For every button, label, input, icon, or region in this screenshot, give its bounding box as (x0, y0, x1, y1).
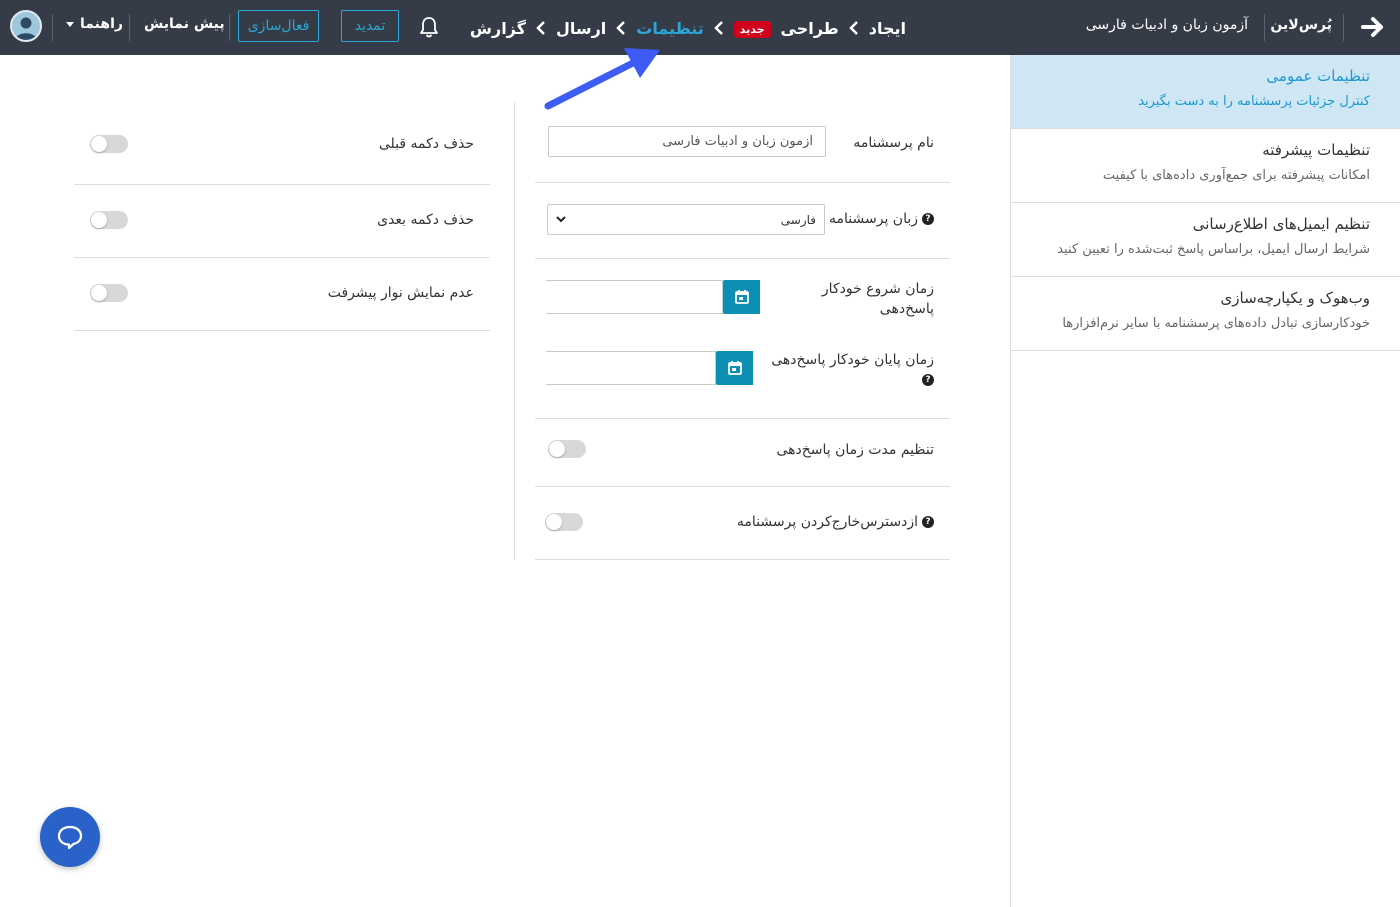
brand-link[interactable]: پُرس‌لاین (1270, 17, 1332, 33)
hide-progress-label: عدم نمایش نوار پیشرفت (327, 285, 474, 301)
survey-language-row: ?زبان پرسشنامه فارسی (535, 183, 950, 259)
hide-progress-toggle[interactable] (90, 284, 128, 302)
avatar[interactable] (10, 10, 42, 42)
response-duration-row: تنظیم مدت زمان پاسخ‌دهی (535, 419, 950, 487)
chevron-left-icon (839, 20, 869, 36)
chevron-down-icon (556, 216, 566, 223)
survey-name-input[interactable] (548, 126, 826, 157)
question-circle-icon[interactable]: ? (922, 213, 934, 225)
settings-sidebar: تنظیمات عمومی کنترل جزئیات پرسشنامه را ب… (1010, 55, 1400, 907)
bell-icon[interactable] (418, 15, 440, 39)
new-badge: جدید (733, 20, 771, 38)
divider (229, 14, 230, 41)
survey-language-label: ?زبان پرسشنامه (829, 209, 934, 229)
renew-button[interactable]: تمدید (341, 10, 399, 42)
auto-start-label: زمان شروع خودکار پاسخ‌دهی (821, 281, 934, 317)
sidebar-item-email-notifications[interactable]: تنظیم ایمیل‌های اطلاع‌رسانی شرایط ارسال … (1011, 203, 1400, 277)
question-circle-icon[interactable]: ? (922, 374, 934, 386)
auto-start-datepicker (546, 280, 760, 314)
step-send[interactable]: ارسال (556, 19, 606, 38)
make-unavailable-toggle[interactable] (545, 513, 583, 531)
response-duration-label: تنظیم مدت زمان پاسخ‌دهی (776, 442, 934, 458)
general-settings-form: نام پرسشنامه ?زبان پرسشنامه فارسی زمان ش… (535, 102, 950, 560)
survey-name-row: نام پرسشنامه (535, 102, 950, 183)
top-navigation-bar: پُرس‌لاین آزمون زبان و ادبیات فارسی ایجا… (0, 0, 1400, 55)
help-menu[interactable]: راهنما (66, 16, 123, 32)
remove-next-toggle[interactable] (90, 211, 128, 229)
make-unavailable-row: ?ازدسترس‌خارج‌کردن پرسشنامه (535, 487, 950, 560)
workflow-steps: ایجاد طراحی جدید تنظیمات ارسال گزارش (470, 15, 906, 41)
auto-end-datepicker (546, 351, 753, 385)
sidebar-item-title: تنظیمات پیشرفته (1262, 141, 1370, 159)
sidebar-item-desc: امکانات پیشرفته برای جمع‌آوری داده‌های ب… (1102, 168, 1370, 183)
sidebar-item-desc: کنترل جزئیات پرسشنامه را به دست بگیرید (1138, 94, 1370, 109)
sidebar-item-desc: خودکارسازی تبادل داده‌های پرسشنامه با سا… (1062, 316, 1370, 331)
sidebar-item-title: وب‌هوک و یکپارچه‌سازی (1220, 289, 1370, 307)
divider (1264, 14, 1265, 41)
divider (129, 14, 130, 41)
auto-start-input[interactable] (546, 280, 723, 314)
chat-button[interactable] (40, 807, 100, 867)
auto-schedule-row: زمان شروع خودکار پاسخ‌دهی زمان پایان خود… (535, 259, 950, 419)
calendar-icon[interactable] (723, 280, 760, 314)
step-create[interactable]: ایجاد (869, 19, 906, 38)
response-duration-toggle[interactable] (548, 440, 586, 458)
step-design-label: طراحی (780, 18, 839, 38)
remove-next-label: حذف دکمه بعدی (377, 212, 474, 228)
question-circle-icon[interactable]: ? (922, 516, 934, 528)
activate-button[interactable]: فعال‌سازی (238, 10, 319, 42)
sidebar-item-general-settings[interactable]: تنظیمات عمومی کنترل جزئیات پرسشنامه را ب… (1011, 55, 1400, 129)
remove-next-row: حذف دکمه بعدی (74, 185, 490, 258)
sidebar-item-title: تنظیمات عمومی (1266, 67, 1370, 85)
remove-prev-label: حذف دکمه قبلی (378, 136, 474, 152)
caret-down-icon (66, 21, 74, 27)
back-arrow-icon[interactable] (1360, 13, 1386, 41)
auto-end-label: زمان پایان خودکار پاسخ‌دهی ? (771, 352, 934, 386)
preview-link[interactable]: پیش نمایش (144, 16, 225, 32)
chevron-left-icon (704, 20, 734, 36)
sidebar-item-webhooks[interactable]: وب‌هوک و یکپارچه‌سازی خودکارسازی تبادل د… (1011, 277, 1400, 351)
chat-bubble-icon (57, 825, 83, 850)
step-report[interactable]: گزارش (470, 19, 526, 38)
survey-name-label: نام پرسشنامه (853, 135, 934, 151)
divider (1343, 14, 1344, 41)
help-label: راهنما (80, 16, 123, 32)
hide-progress-row: عدم نمایش نوار پیشرفت (74, 258, 490, 331)
auto-end-input[interactable] (546, 351, 716, 385)
navigation-options: حذف دکمه قبلی حذف دکمه بعدی عدم نمایش نو… (74, 108, 490, 331)
column-divider (514, 102, 515, 560)
step-settings[interactable]: تنظیمات (636, 19, 703, 38)
chevron-left-icon (606, 20, 636, 36)
sidebar-item-title: تنظیم ایمیل‌های اطلاع‌رسانی (1192, 215, 1370, 233)
sidebar-item-advanced-settings[interactable]: تنظیمات پیشرفته امکانات پیشرفته برای جمع… (1011, 129, 1400, 203)
divider (52, 14, 53, 41)
chevron-left-icon (526, 20, 556, 36)
calendar-icon[interactable] (716, 351, 753, 385)
survey-language-select[interactable]: فارسی (547, 204, 825, 235)
remove-prev-toggle[interactable] (90, 135, 128, 153)
selected-language: فارسی (780, 212, 816, 227)
make-unavailable-label: ?ازدسترس‌خارج‌کردن پرسشنامه (737, 512, 934, 532)
step-design[interactable]: طراحی جدید (733, 18, 839, 38)
remove-prev-row: حذف دکمه قبلی (74, 108, 490, 185)
survey-title: آزمون زبان و ادبیات فارسی (1085, 17, 1248, 33)
sidebar-item-desc: شرایط ارسال ایمیل، براساس پاسخ ثبت‌شده ر… (1057, 242, 1370, 257)
